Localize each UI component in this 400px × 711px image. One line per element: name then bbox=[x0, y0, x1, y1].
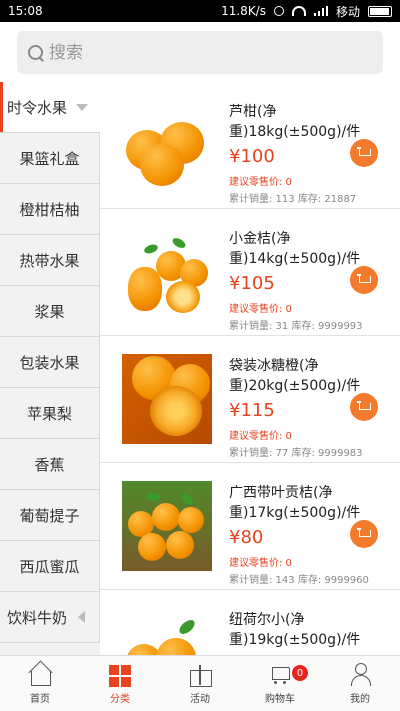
sidebar-item-packaged[interactable]: 包装水果 bbox=[0, 337, 100, 388]
sidebar-item-citrus[interactable]: 橙柑桔柚 bbox=[0, 184, 100, 235]
sidebar-item-label: 浆果 bbox=[34, 302, 65, 321]
product-price: ¥115 bbox=[229, 400, 275, 421]
alarm-icon bbox=[273, 6, 284, 16]
chevron-down-icon bbox=[76, 104, 88, 111]
sidebar-item-label: 葡萄提子 bbox=[19, 506, 80, 525]
sidebar-item-label: 饮料牛奶 bbox=[7, 608, 68, 627]
add-to-cart-button[interactable] bbox=[350, 266, 378, 294]
product-card[interactable]: 纽荷尔小(净重)19kg(±500g)/件 bbox=[100, 590, 400, 655]
product-card[interactable]: 芦柑(净重)18kg(±500g)/件 ¥100 建议零售价: 0 累计销量: … bbox=[100, 82, 400, 209]
sidebar-item-label: 西瓜蜜瓜 bbox=[19, 557, 80, 576]
sidebar-item-tropical[interactable]: 热带水果 bbox=[0, 235, 100, 286]
product-price: ¥105 bbox=[229, 273, 275, 294]
sidebar-item-gift-basket[interactable]: 果篮礼盒 bbox=[0, 133, 100, 184]
cart-icon bbox=[357, 274, 371, 286]
product-price: ¥100 bbox=[229, 146, 275, 167]
product-card[interactable]: 小金桔(净重)14kg(±500g)/件 ¥105 建议零售价: 0 累计销量:… bbox=[100, 209, 400, 336]
sidebar-item-label: 时令水果 bbox=[7, 98, 68, 117]
cart-icon bbox=[357, 528, 371, 540]
cart-icon bbox=[357, 147, 371, 159]
tab-label: 分类 bbox=[110, 694, 130, 705]
category-sidebar: 时令水果 果篮礼盒 橙柑桔柚 热带水果 浆果 包装水果 苹果梨 香蕉 葡萄提子 … bbox=[0, 82, 100, 655]
suggested-price: 建议零售价: 0 bbox=[229, 304, 292, 315]
battery-icon bbox=[368, 5, 392, 17]
cart-icon bbox=[357, 401, 371, 413]
network-speed: 11.8K/s bbox=[221, 4, 266, 18]
search-icon bbox=[27, 44, 45, 62]
tab-activity[interactable]: 活动 bbox=[160, 656, 240, 711]
product-image-mandarin bbox=[122, 100, 212, 190]
product-image-orange bbox=[122, 354, 212, 444]
gift-icon bbox=[187, 661, 213, 687]
product-image-kumquat bbox=[122, 227, 212, 317]
status-time: 15:08 bbox=[8, 4, 43, 18]
app-screen: 15:08 11.8K/s 移动 时令水果 果篮礼盒 橙柑桔柚 热带水果 浆果 … bbox=[0, 0, 400, 711]
status-right: 11.8K/s 移动 bbox=[221, 3, 392, 20]
shopping-cart-icon bbox=[267, 661, 293, 687]
cart-count-badge: 0 bbox=[292, 665, 308, 681]
product-name: 纽荷尔小(净重)19kg(±500g)/件 bbox=[229, 612, 361, 648]
chevron-left-icon bbox=[78, 611, 85, 623]
product-name: 芦柑(净重)18kg(±500g)/件 bbox=[229, 104, 361, 140]
sidebar-item-grapes[interactable]: 葡萄提子 bbox=[0, 490, 100, 541]
wifi-icon bbox=[291, 6, 306, 16]
suggested-price: 建议零售价: 0 bbox=[229, 431, 292, 442]
tab-label: 活动 bbox=[190, 694, 210, 705]
tab-home[interactable]: 首页 bbox=[0, 656, 80, 711]
tab-label: 首页 bbox=[30, 694, 50, 705]
sidebar-item-drinks[interactable]: 饮料牛奶 bbox=[0, 592, 100, 643]
tab-label: 购物车 bbox=[265, 694, 295, 705]
sidebar-item-label: 包装水果 bbox=[19, 353, 80, 372]
suggested-price: 建议零售价: 0 bbox=[229, 558, 292, 569]
category-icon bbox=[109, 665, 131, 687]
product-name: 袋装冰糖橙(净重)20kg(±500g)/件 bbox=[229, 358, 361, 394]
product-name: 广西带叶贡桔(净重)17kg(±500g)/件 bbox=[229, 485, 361, 521]
tab-label: 我的 bbox=[350, 694, 370, 705]
search-box[interactable] bbox=[17, 31, 383, 74]
sidebar-item-label: 热带水果 bbox=[19, 251, 80, 270]
sidebar-item-apple-pear[interactable]: 苹果梨 bbox=[0, 388, 100, 439]
add-to-cart-button[interactable] bbox=[350, 139, 378, 167]
product-stats: 累计销量: 31 库存: 9999993 bbox=[229, 321, 363, 332]
sidebar-item-berries[interactable]: 浆果 bbox=[0, 286, 100, 337]
product-stats: 累计销量: 77 库存: 9999983 bbox=[229, 448, 363, 459]
search-bar bbox=[0, 22, 400, 82]
add-to-cart-button[interactable] bbox=[350, 393, 378, 421]
sidebar-item-banana[interactable]: 香蕉 bbox=[0, 439, 100, 490]
sidebar-item-label: 果篮礼盒 bbox=[19, 149, 80, 168]
sidebar-item-melon[interactable]: 西瓜蜜瓜 bbox=[0, 541, 100, 592]
sidebar-item-seasonal[interactable]: 时令水果 bbox=[0, 82, 100, 133]
user-icon bbox=[347, 661, 373, 687]
product-name: 小金桔(净重)14kg(±500g)/件 bbox=[229, 231, 361, 267]
signal-icon bbox=[313, 6, 328, 16]
status-bar: 15:08 11.8K/s 移动 bbox=[0, 0, 400, 22]
search-input[interactable] bbox=[49, 42, 349, 63]
product-image-tangerine bbox=[122, 481, 212, 571]
add-to-cart-button[interactable] bbox=[350, 520, 378, 548]
product-card[interactable]: 袋装冰糖橙(净重)20kg(±500g)/件 ¥115 建议零售价: 0 累计销… bbox=[100, 336, 400, 463]
product-card[interactable]: 广西带叶贡桔(净重)17kg(±500g)/件 ¥80 建议零售价: 0 累计销… bbox=[100, 463, 400, 590]
product-list: 芦柑(净重)18kg(±500g)/件 ¥100 建议零售价: 0 累计销量: … bbox=[100, 82, 400, 655]
home-icon bbox=[27, 661, 53, 687]
product-stats: 累计销量: 143 库存: 9999960 bbox=[229, 575, 369, 586]
product-stats: 累计销量: 113 库存: 21887 bbox=[229, 194, 357, 205]
tab-cart[interactable]: 购物车 bbox=[240, 656, 320, 711]
carrier-label: 移动 bbox=[335, 4, 360, 19]
bottom-tab-bar: 首页 分类 活动 购物车 我的 bbox=[0, 655, 400, 711]
tab-category[interactable]: 分类 bbox=[80, 656, 160, 711]
suggested-price: 建议零售价: 0 bbox=[229, 177, 292, 188]
sidebar-item-label: 苹果梨 bbox=[26, 404, 72, 423]
sidebar-item-label: 橙柑桔柚 bbox=[19, 200, 80, 219]
tab-mine[interactable]: 我的 bbox=[320, 656, 400, 711]
product-image-navel-orange bbox=[122, 608, 212, 655]
sidebar-item-label: 香蕉 bbox=[34, 455, 65, 474]
product-price: ¥80 bbox=[229, 527, 264, 548]
